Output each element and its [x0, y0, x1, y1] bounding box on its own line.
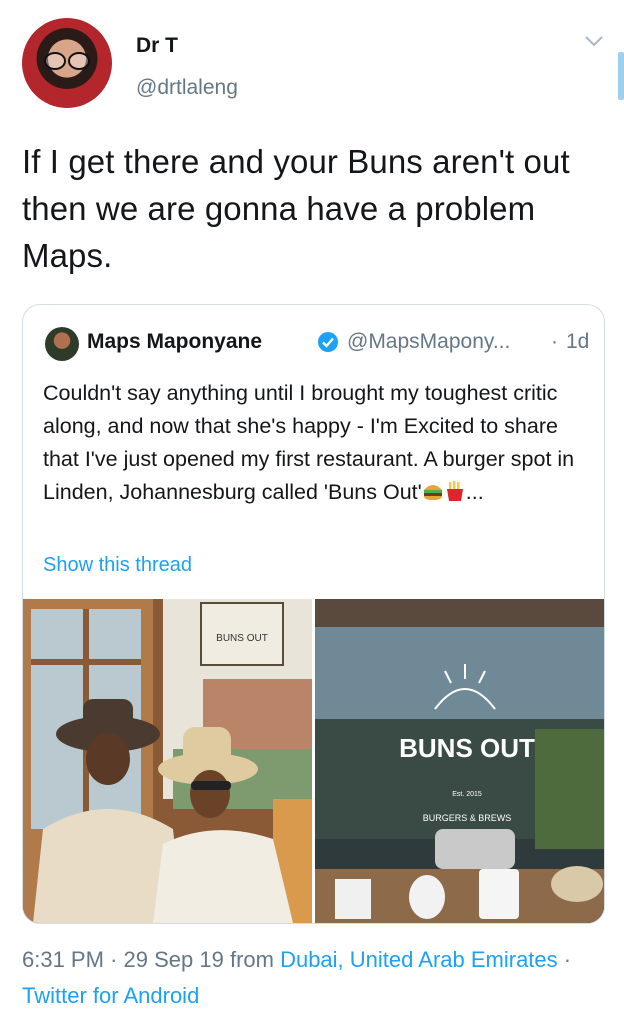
quoted-tweet-card[interactable]: Maps Maponyane @MapsMapony... · 1d Could…	[22, 304, 605, 924]
avatar-glasses-decoration	[44, 52, 90, 70]
separator-dot: ·	[551, 330, 558, 353]
fries-emoji-icon	[446, 481, 463, 501]
quoted-author-handle: @MapsMapony...	[347, 330, 511, 353]
quoted-text-ellipsis: ...	[465, 480, 484, 504]
verified-badge-icon	[318, 332, 338, 352]
sign-text-est: Est. 2015	[452, 791, 482, 798]
author-handle[interactable]: @drtlaleng	[136, 76, 238, 100]
separator-dot: ·	[563, 947, 572, 972]
quoted-author-avatar	[45, 327, 79, 361]
burger-emoji-icon	[423, 485, 442, 500]
author-name[interactable]: Dr T	[136, 34, 178, 58]
from-label: from	[229, 947, 274, 972]
sign-text-title: BUNS OUT	[399, 733, 535, 763]
tweet-time: 6:31 PM	[22, 947, 104, 972]
separator-dot: ·	[110, 947, 118, 972]
tweet-metadata: 6:31 PM · 29 Sep 19 from Dubai, United A…	[22, 942, 602, 1014]
sign-text-left: BUNS OUT	[216, 633, 268, 644]
location-link[interactable]: Dubai, United Arab Emirates	[280, 947, 558, 972]
author-avatar[interactable]	[22, 18, 112, 108]
chevron-down-icon[interactable]	[584, 34, 604, 48]
tweet-date: 29 Sep 19	[123, 947, 224, 972]
scroll-indicator[interactable]	[618, 52, 624, 100]
quoted-text-body: Couldn't say anything until I brought my…	[43, 381, 575, 504]
photo-buns-out-storefront[interactable]: BUNS OUT Est. 2015 BURGERS & BREWS	[315, 599, 604, 923]
quoted-author-name: Maps Maponyane	[87, 330, 263, 353]
quoted-tweet-text: Couldn't say anything until I brought my…	[43, 377, 595, 509]
source-link[interactable]: Twitter for Android	[22, 983, 199, 1008]
tweet-text: If I get there and your Buns aren't out …	[22, 143, 570, 274]
sign-text-sub: BURGERS & BREWS	[423, 813, 512, 823]
show-thread-link[interactable]: Show this thread	[43, 554, 192, 577]
photo-couple-in-restaurant[interactable]: BUNS OUT	[23, 599, 312, 923]
quoted-timestamp: 1d	[566, 330, 590, 353]
